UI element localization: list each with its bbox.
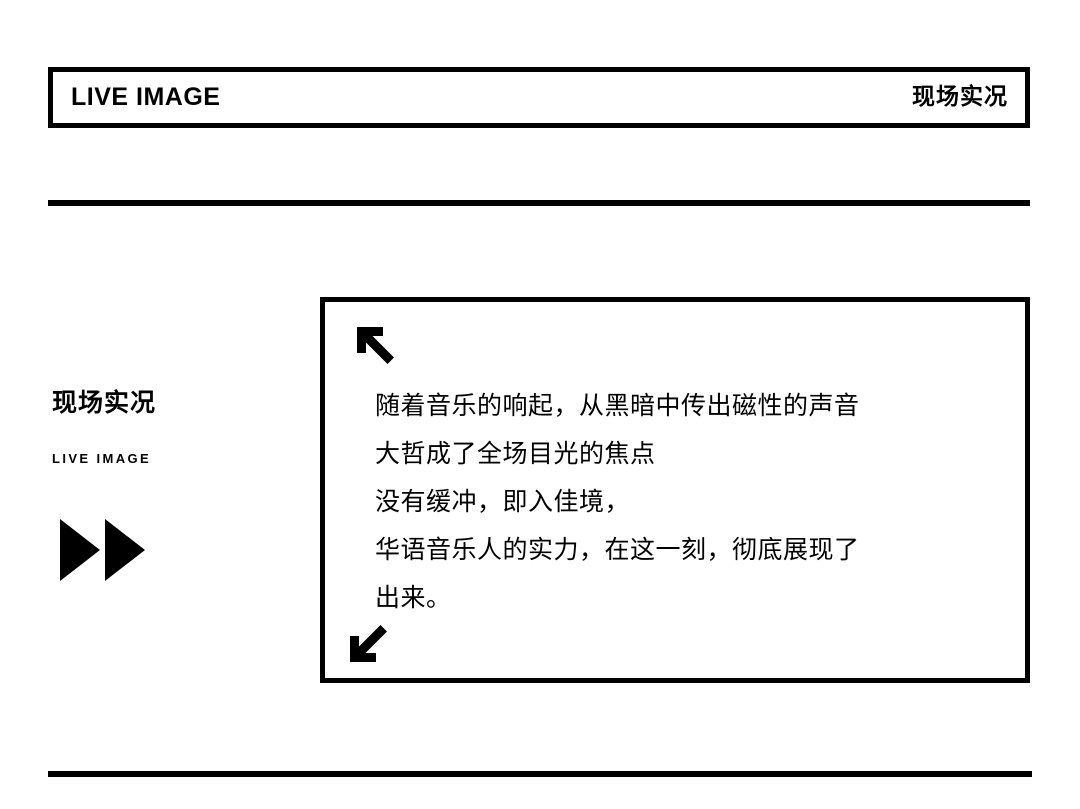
text-line: 华语音乐人的实力，在这一刻，彻底展现了 [375, 535, 860, 564]
text-line: 大哲成了全场目光的焦点 [375, 439, 656, 468]
text-line: 没有缓冲，即入佳境， [375, 487, 631, 516]
sidebar: 现场实况 LIVE IMAGE [52, 388, 292, 581]
header-title: LIVE IMAGE [71, 83, 221, 111]
text-line: 出来。 [375, 583, 452, 612]
quote-text-block: 随着音乐的响起，从黑暗中传出磁性的声音 大哲成了全场目光的焦点 没有缓冲，即入佳… [375, 382, 1005, 622]
sidebar-subtitle: LIVE IMAGE [52, 451, 152, 466]
divider-top [48, 200, 1030, 206]
sidebar-title: 现场实况 [52, 388, 157, 417]
fast-forward-icon [60, 519, 145, 581]
arrow-down-left-icon [350, 625, 387, 662]
header-banner: LIVE IMAGE 现场实况 [48, 67, 1030, 128]
text-line: 随着音乐的响起，从黑暗中传出磁性的声音 [375, 391, 860, 420]
divider-bottom [48, 771, 1032, 777]
poster-page: LIVE IMAGE 现场实况 现场实况 LIVE IMAGE 随着音乐的响起，… [0, 0, 1080, 809]
content-box: 随着音乐的响起，从黑暗中传出磁性的声音 大哲成了全场目光的焦点 没有缓冲，即入佳… [320, 297, 1030, 683]
arrow-up-left-icon [357, 327, 394, 364]
header-subtitle: 现场实况 [912, 84, 1008, 110]
